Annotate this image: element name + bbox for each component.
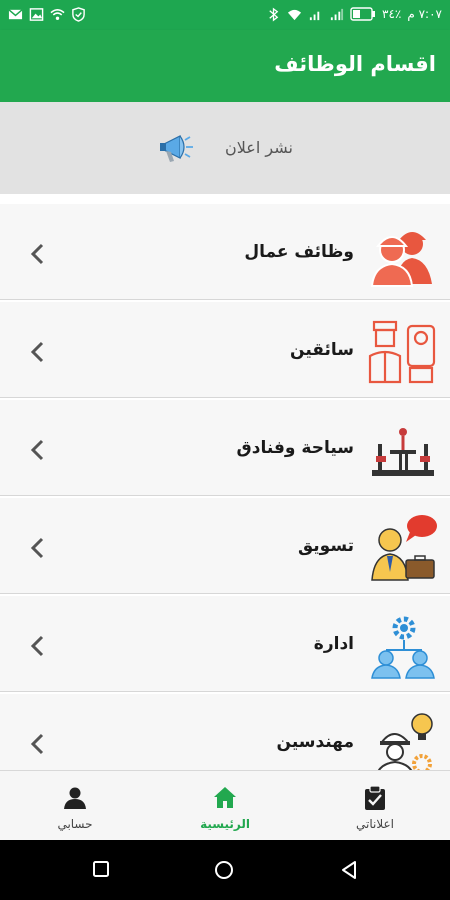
page-title: اقسام الوظائف (274, 52, 436, 76)
signal-icon (309, 11, 320, 20)
category-label: سياحة وفنادق (236, 438, 354, 458)
nav-home[interactable]: الرئيسية (150, 771, 300, 841)
category-item-workers[interactable]: وظائف عمال (0, 204, 450, 300)
category-label: تسويق (297, 536, 354, 556)
home-button-icon[interactable] (214, 860, 234, 880)
gmail-icon (8, 9, 23, 20)
signal-icon (330, 8, 344, 20)
workers-icon (370, 232, 432, 287)
chevron-left-icon (30, 341, 44, 363)
bluetooth-icon (269, 7, 279, 21)
category-item-drivers[interactable]: سائقين (0, 302, 450, 398)
shield-icon (72, 7, 85, 22)
system-navigation-bar (0, 840, 450, 900)
nav-my-ads[interactable]: اعلاناتي (300, 771, 450, 841)
back-icon[interactable] (340, 860, 358, 880)
chevron-left-icon (30, 733, 44, 755)
nav-label: الرئيسية (200, 817, 250, 831)
category-item-tourism-hotels[interactable]: سياحة وفنادق (0, 400, 450, 496)
nav-label: اعلاناتي (356, 817, 394, 831)
chevron-left-icon (30, 537, 44, 559)
marketing-icon (371, 515, 437, 581)
nav-my-account[interactable]: حسابي (0, 771, 150, 841)
management-icon (371, 616, 435, 679)
wifi-signal-icon (50, 9, 65, 20)
category-label: ادارة (313, 634, 354, 654)
category-item-management[interactable]: ادارة (0, 596, 450, 692)
category-label: وظائف عمال (244, 242, 354, 262)
status-time: ٧:٠٧ م (407, 7, 442, 21)
chevron-left-icon (30, 439, 44, 461)
status-bar: ٣٤٪ ٧:٠٧ م (0, 0, 450, 30)
bottom-navigation: حسابي الرئيسية اعلاناتي (0, 770, 450, 840)
post-ad-button[interactable]: نشر اعلان (0, 102, 450, 194)
category-item-marketing[interactable]: تسويق (0, 498, 450, 594)
post-ad-label: نشر اعلان (225, 138, 293, 157)
app-bar: اقسام الوظائف (0, 30, 450, 102)
home-icon (214, 787, 236, 808)
drivers-icon (368, 320, 436, 384)
hotel-icon (372, 428, 434, 476)
category-label: مهندسين (276, 732, 354, 752)
category-label: سائقين (290, 340, 354, 360)
megaphone-icon (160, 135, 193, 162)
nav-label: حسابي (57, 817, 93, 831)
person-icon (64, 787, 86, 809)
chevron-left-icon (30, 635, 44, 657)
chevron-left-icon (30, 243, 44, 265)
battery-percent: ٣٤٪ (382, 7, 402, 21)
clipboard-check-icon (365, 785, 385, 810)
gallery-icon (29, 8, 44, 21)
wifi-icon (287, 9, 302, 20)
battery-icon (350, 7, 376, 21)
engineers-icon (374, 713, 433, 778)
recent-apps-icon[interactable] (92, 860, 110, 878)
